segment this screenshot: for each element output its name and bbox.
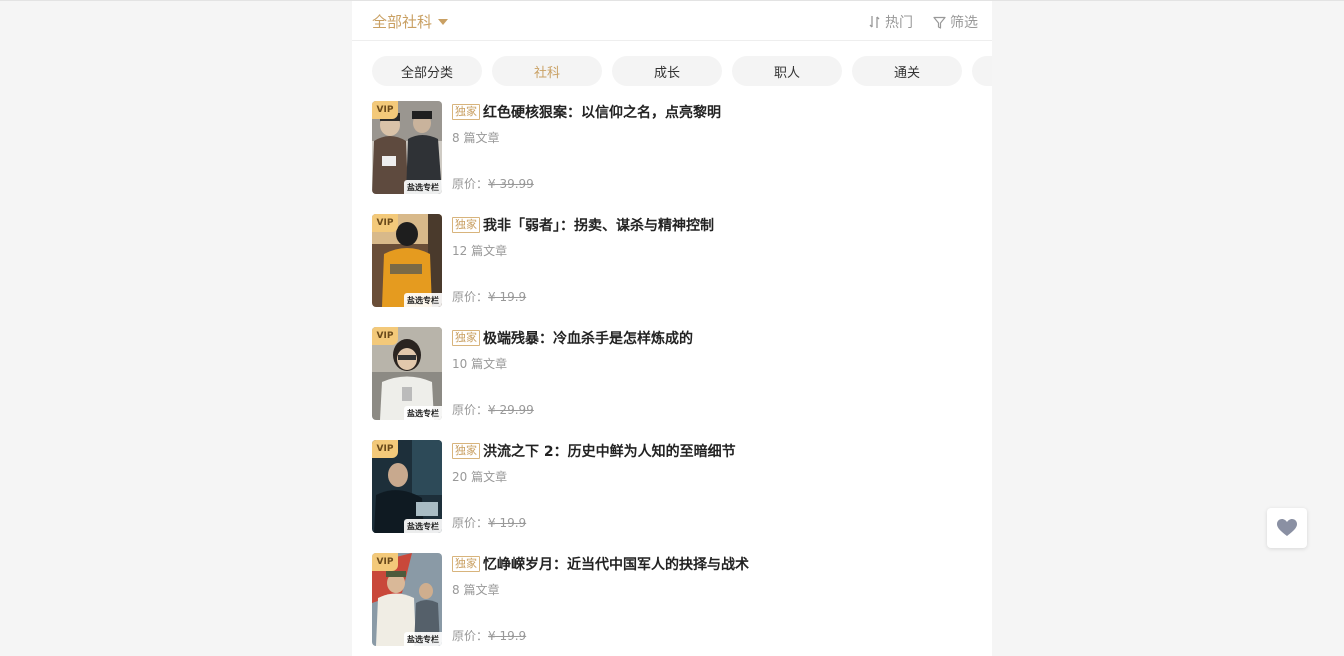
exclusive-badge: 独家 [452, 104, 480, 120]
item-info: 独家 极端残暴：冷血杀手是怎样炼成的 10 篇文章 原价：¥ 29.99 [452, 327, 972, 420]
filter-header: 全部社科 热门 筛选 [352, 1, 992, 41]
item-title-line: 独家 红色硬核狠案：以信仰之名，点亮黎明 [452, 101, 972, 123]
item-title[interactable]: 洪流之下 2：历史中鲜为人知的至暗细节 [483, 441, 736, 461]
list-item[interactable]: VIP 盐选专栏 独家 忆峥嵘岁月：近当代中国军人的抉择与战术 8 篇文章 原价… [372, 553, 972, 646]
price-value: ¥ 19.9 [488, 629, 527, 643]
price-label: 原价： [452, 177, 489, 191]
price-label: 原价： [452, 403, 489, 417]
tab-overflow[interactable] [972, 56, 992, 86]
item-title[interactable]: 我非「弱者」：拐卖、谋杀与精神控制 [483, 215, 714, 235]
article-count: 12 篇文章 [452, 244, 508, 258]
list-item[interactable]: VIP 盐选专栏 独家 我非「弱者」：拐卖、谋杀与精神控制 12 篇文章 原价：… [372, 214, 972, 307]
cover-tag: 盐选专栏 [404, 180, 442, 194]
sort-button[interactable]: 热门 [869, 12, 913, 32]
price-value: ¥ 19.9 [488, 516, 527, 530]
cover-image: VIP 盐选专栏 [372, 553, 442, 646]
vip-badge: VIP [372, 101, 398, 119]
item-info: 独家 忆峥嵘岁月：近当代中国军人的抉择与战术 8 篇文章 原价：¥ 19.9 [452, 553, 972, 646]
caret-down-icon [438, 19, 449, 25]
price-label: 原价： [452, 290, 489, 304]
cover-tag: 盐选专栏 [404, 406, 442, 420]
item-title-line: 独家 洪流之下 2：历史中鲜为人知的至暗细节 [452, 440, 972, 462]
cover-image: VIP 盐选专栏 [372, 214, 442, 307]
exclusive-badge: 独家 [452, 217, 480, 233]
sort-label: 热门 [885, 15, 913, 31]
vip-badge: VIP [372, 440, 398, 458]
cover-image: VIP 盐选专栏 [372, 440, 442, 533]
original-price: 原价：¥ 29.99 [452, 401, 534, 418]
category-tabs: 全部分类 社科 成长 职人 通关 [372, 56, 992, 86]
tab-all-categories[interactable]: 全部分类 [372, 56, 482, 86]
exclusive-badge: 独家 [452, 556, 480, 572]
funnel-filter-icon [933, 16, 946, 29]
main-panel: 全部社科 热门 筛选 全部分类 社科 成长 职人 通关 VIP 盐选专栏 独家 … [352, 1, 992, 656]
price-label: 原价： [452, 629, 489, 643]
cover-image: VIP 盐选专栏 [372, 327, 442, 420]
item-title[interactable]: 极端残暴：冷血杀手是怎样炼成的 [483, 328, 693, 348]
item-title[interactable]: 红色硬核狠案：以信仰之名，点亮黎明 [483, 102, 721, 122]
price-value: ¥ 29.99 [488, 403, 534, 417]
favorite-button[interactable] [1267, 508, 1307, 548]
category-dropdown-label: 全部社科 [372, 13, 433, 31]
heart-icon [1277, 519, 1297, 536]
tab-professionals[interactable]: 职人 [732, 56, 842, 86]
cover-tag: 盐选专栏 [404, 293, 442, 307]
tab-tongguan[interactable]: 通关 [852, 56, 962, 86]
list-item[interactable]: VIP 盐选专栏 独家 红色硬核狠案：以信仰之名，点亮黎明 8 篇文章 原价：¥… [372, 101, 972, 194]
article-count: 10 篇文章 [452, 357, 508, 371]
exclusive-badge: 独家 [452, 443, 480, 459]
filter-label: 筛选 [950, 15, 978, 31]
tab-social-science[interactable]: 社科 [492, 56, 602, 86]
cover-image: VIP 盐选专栏 [372, 101, 442, 194]
item-info: 独家 红色硬核狠案：以信仰之名，点亮黎明 8 篇文章 原价：¥ 39.99 [452, 101, 972, 194]
sort-arrows-icon [869, 16, 880, 28]
price-value: ¥ 19.9 [488, 290, 527, 304]
item-title[interactable]: 忆峥嵘岁月：近当代中国军人的抉择与战术 [483, 554, 749, 574]
category-dropdown[interactable]: 全部社科 [372, 11, 449, 32]
list-item[interactable]: VIP 盐选专栏 独家 极端残暴：冷血杀手是怎样炼成的 10 篇文章 原价：¥ … [372, 327, 972, 420]
list-item[interactable]: VIP 盐选专栏 独家 洪流之下 2：历史中鲜为人知的至暗细节 20 篇文章 原… [372, 440, 972, 533]
filter-button[interactable]: 筛选 [933, 12, 978, 32]
cover-tag: 盐选专栏 [404, 519, 442, 533]
original-price: 原价：¥ 19.9 [452, 627, 526, 644]
item-title-line: 独家 我非「弱者」：拐卖、谋杀与精神控制 [452, 214, 972, 236]
tab-growth[interactable]: 成长 [612, 56, 722, 86]
article-count: 8 篇文章 [452, 583, 500, 597]
item-info: 独家 我非「弱者」：拐卖、谋杀与精神控制 12 篇文章 原价：¥ 19.9 [452, 214, 972, 307]
vip-badge: VIP [372, 214, 398, 232]
item-title-line: 独家 忆峥嵘岁月：近当代中国军人的抉择与战术 [452, 553, 972, 575]
price-label: 原价： [452, 516, 489, 530]
original-price: 原价：¥ 39.99 [452, 175, 534, 192]
vip-badge: VIP [372, 327, 398, 345]
article-count: 20 篇文章 [452, 470, 508, 484]
original-price: 原价：¥ 19.9 [452, 288, 526, 305]
vip-badge: VIP [372, 553, 398, 571]
price-value: ¥ 39.99 [488, 177, 534, 191]
exclusive-badge: 独家 [452, 330, 480, 346]
article-count: 8 篇文章 [452, 131, 500, 145]
header-actions: 热门 筛选 [869, 12, 978, 32]
original-price: 原价：¥ 19.9 [452, 514, 526, 531]
item-title-line: 独家 极端残暴：冷血杀手是怎样炼成的 [452, 327, 972, 349]
column-list: VIP 盐选专栏 独家 红色硬核狠案：以信仰之名，点亮黎明 8 篇文章 原价：¥… [372, 101, 972, 656]
item-info: 独家 洪流之下 2：历史中鲜为人知的至暗细节 20 篇文章 原价：¥ 19.9 [452, 440, 972, 533]
cover-tag: 盐选专栏 [404, 632, 442, 646]
